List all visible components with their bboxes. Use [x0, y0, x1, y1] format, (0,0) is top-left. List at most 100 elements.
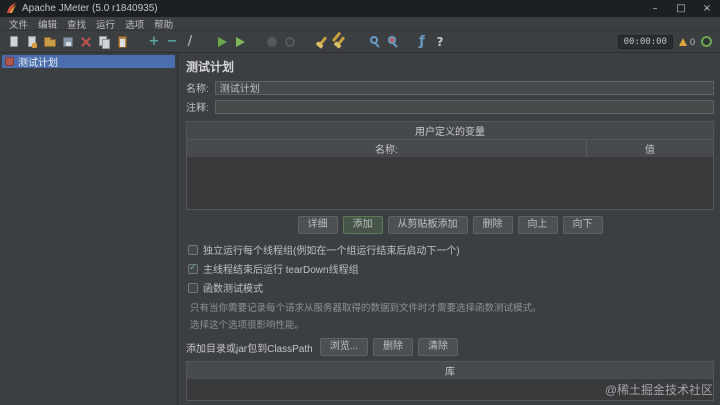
- new-file-icon[interactable]: [5, 33, 23, 51]
- functional-mode-help-line2: 选择这个选项很影响性能。: [190, 320, 305, 331]
- icon-shape: [44, 37, 56, 47]
- name-field-row: 名称:: [186, 80, 714, 95]
- editor-title: 测试计划: [186, 60, 235, 74]
- menu-item-run[interactable]: 运行: [91, 17, 120, 31]
- icon-shape: [10, 36, 18, 47]
- paste-icon[interactable]: [113, 33, 131, 51]
- checkmark: ✓: [189, 263, 197, 273]
- menu-item-edit[interactable]: 编辑: [33, 17, 62, 31]
- toolbar: + − / ƒ ? 00:00:00 0: [0, 31, 720, 53]
- search-reset-icon[interactable]: [381, 33, 399, 51]
- menu-item-options[interactable]: 选项: [120, 17, 149, 31]
- icon-shape: [80, 36, 92, 48]
- toggle-icon[interactable]: /: [181, 33, 199, 51]
- library-column-header: 库: [187, 362, 713, 380]
- icon-shape: [387, 36, 396, 44]
- serial-threadgroups-row: 独立运行每个线程组(例如在一个组运行结束后启动下一个): [188, 242, 714, 257]
- window-controls: – □ ×: [642, 0, 720, 17]
- open-file-icon[interactable]: [41, 33, 59, 51]
- log-errors-counter[interactable]: 0: [678, 36, 695, 47]
- add-from-clipboard-button[interactable]: 从剪贴板添加: [387, 216, 468, 234]
- expand-all-icon[interactable]: +: [145, 33, 163, 51]
- save-icon[interactable]: [59, 33, 77, 51]
- comment-label: 注释:: [186, 103, 209, 114]
- close-button[interactable]: ×: [694, 0, 720, 17]
- serial-threadgroups-checkbox[interactable]: [188, 244, 198, 255]
- jmeter-logo-icon: [7, 3, 16, 13]
- search-icon[interactable]: [363, 33, 381, 51]
- icon-shape: [267, 36, 277, 47]
- icon-shape: [317, 36, 327, 47]
- functional-mode-label: 函数测试模式: [203, 284, 263, 295]
- classpath-label: 添加目录或jar包到ClassPath: [186, 343, 313, 355]
- functional-mode-help-line1: 只有当你需要记录每个请求从服务器取得的数据到文件时才需要选择函数测试模式。: [190, 303, 542, 314]
- classpath-delete-button[interactable]: 删除: [373, 338, 414, 356]
- delete-button[interactable]: 删除: [472, 216, 513, 234]
- functional-mode-checkbox[interactable]: [188, 282, 198, 293]
- column-header-name: 名称:: [187, 140, 587, 157]
- name-input[interactable]: [214, 80, 714, 95]
- minimize-button[interactable]: –: [642, 0, 668, 17]
- library-table: 库: [186, 361, 714, 401]
- warning-count: 0: [689, 36, 695, 47]
- down-button[interactable]: 向下: [562, 216, 603, 234]
- collapse-all-icon[interactable]: −: [163, 33, 181, 51]
- teardown-row: ✓ 主线程结束后运行 tearDown线程组: [188, 261, 714, 276]
- test-plan-icon: [5, 57, 14, 66]
- stop-icon[interactable]: [263, 33, 281, 51]
- maximize-button[interactable]: □: [668, 0, 694, 17]
- icon-shape: [117, 35, 127, 48]
- icon-shape: [28, 36, 37, 48]
- start-no-pauses-icon[interactable]: [231, 33, 249, 51]
- titlebar: Apache JMeter (5.0 r1840935) – □ ×: [0, 0, 720, 17]
- jmeter-window: Apache JMeter (5.0 r1840935) – □ × 文件 编辑…: [0, 0, 720, 405]
- functional-mode-row: 函数测试模式: [188, 280, 714, 295]
- copy-icon[interactable]: [95, 33, 113, 51]
- detail-button[interactable]: 详细: [297, 216, 338, 234]
- column-header-value: 值: [644, 145, 655, 156]
- menu-item-file[interactable]: 文件: [4, 17, 33, 31]
- library-table-body[interactable]: [187, 380, 713, 400]
- browse-button[interactable]: 浏览...: [319, 338, 369, 356]
- cut-icon[interactable]: [77, 33, 95, 51]
- user-variables-section-title: 用户定义的变量: [186, 121, 714, 140]
- templates-icon[interactable]: [23, 33, 41, 51]
- variables-table-header: 名称: 值: [187, 140, 713, 158]
- test-plan-editor: 测试计划 名称: 注释: 用户定义的变量 名称: 值 详细 添加 从剪贴: [178, 53, 720, 405]
- add-button[interactable]: 添加: [342, 216, 383, 234]
- classpath-row: 添加目录或jar包到ClassPath 浏览... 删除 清除: [186, 338, 714, 356]
- shutdown-icon[interactable]: [281, 33, 299, 51]
- variables-buttons-row: 详细 添加 从剪贴板添加 删除 向上 向下: [186, 216, 714, 234]
- teardown-checkbox[interactable]: ✓: [188, 263, 198, 274]
- icon-shape: [63, 36, 73, 47]
- comment-field-row: 注释:: [186, 99, 714, 114]
- classpath-clear-button[interactable]: 清除: [418, 338, 459, 356]
- window-title: Apache JMeter (5.0 r1840935): [22, 3, 158, 14]
- tree-node-label: 测试计划: [18, 58, 58, 69]
- menu-item-help[interactable]: 帮助: [149, 17, 178, 31]
- icon-shape: [335, 36, 345, 47]
- icon-shape: [369, 36, 378, 44]
- teardown-label: 主线程结束后运行 tearDown线程组: [203, 265, 359, 276]
- elapsed-time: 00:00:00: [617, 34, 673, 49]
- menubar: 文件 编辑 查找 运行 选项 帮助: [0, 17, 720, 31]
- active-threads-icon: [701, 36, 712, 47]
- name-label: 名称:: [186, 84, 209, 95]
- icon-shape: [235, 36, 245, 47]
- menu-item-search[interactable]: 查找: [62, 17, 91, 31]
- user-variables-table: 名称: 值: [186, 140, 714, 210]
- main-area: 测试计划 测试计划 名称: 注释: 用户定义的变量 名称: 值: [0, 53, 720, 405]
- comment-input[interactable]: [214, 99, 714, 114]
- clear-icon[interactable]: [313, 33, 331, 51]
- up-button[interactable]: 向上: [517, 216, 558, 234]
- clear-all-icon[interactable]: [331, 33, 349, 51]
- icon-shape: [98, 35, 110, 49]
- function-helper-icon[interactable]: ƒ: [413, 33, 431, 51]
- icon-shape: [217, 36, 227, 47]
- icon-shape: [285, 36, 295, 47]
- tree-node-test-plan[interactable]: 测试计划: [2, 55, 175, 69]
- start-icon[interactable]: [213, 33, 231, 51]
- help-icon[interactable]: ?: [431, 33, 449, 51]
- test-plan-tree: 测试计划: [0, 53, 178, 405]
- variables-table-body[interactable]: [187, 158, 713, 209]
